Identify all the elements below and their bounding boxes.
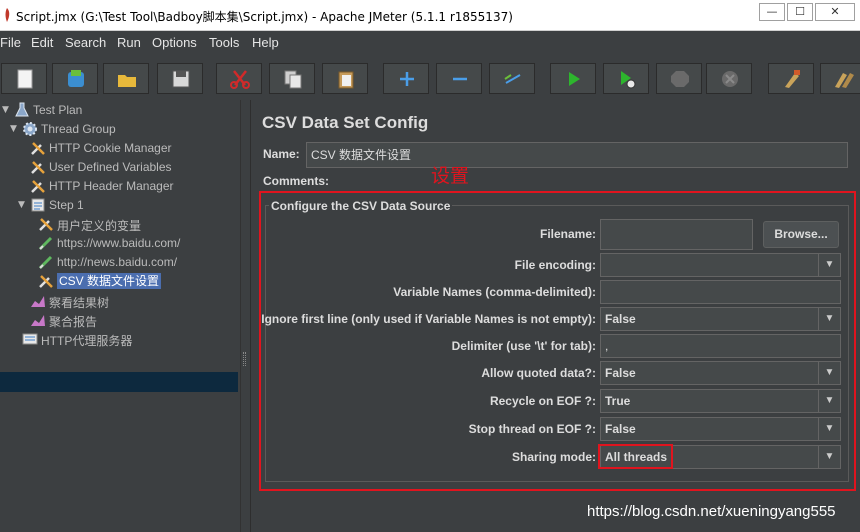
page-title: CSV Data Set Config [262,113,429,132]
shutdown-button[interactable] [706,63,752,94]
window-title: Script.jmx (G:\Test Tool\Badboy脚本集\Scrip… [16,10,513,24]
copy-icon [284,70,302,89]
menu-help[interactable]: Help [252,35,279,50]
test-plan-icon [15,102,29,117]
name-label: Name: [263,147,300,161]
open-icon [118,75,136,87]
paste-button[interactable] [322,63,368,94]
test-plan-tree: ▼ Test Plan ▼ Thread Group HTTP Cookie M… [0,100,240,532]
http-sampler-icon [38,255,53,270]
start-button[interactable] [550,63,596,94]
sharing-mode-highlight-box [598,444,673,469]
templates-button[interactable] [52,63,98,94]
collapse-toggle-icon[interactable]: ▼ [2,105,9,115]
menu-edit[interactable]: Edit [31,35,53,50]
collapse-toggle-icon[interactable]: ▼ [18,200,25,210]
transaction-controller-icon [31,198,45,212]
config-element-icon [39,218,53,231]
open-button[interactable] [103,63,149,94]
copy-button[interactable] [269,63,315,94]
close-button[interactable]: ✕ [815,3,855,21]
menu-file[interactable]: File [0,35,21,50]
new-button[interactable] [1,63,47,94]
config-element-icon [31,142,45,155]
config-element-icon [39,275,53,288]
name-field[interactable]: CSV 数据文件设置 [306,142,848,168]
clear-all-icon [835,73,854,88]
clear-icon [785,70,800,88]
thread-group-icon [23,122,37,136]
toolbar [0,56,860,98]
shutdown-icon [722,71,738,87]
collapse-toggle-icon[interactable]: ▼ [10,124,17,134]
drag-handle-icon [243,352,246,366]
expand-icon [400,72,414,86]
menu-bar: File Edit Search Run Options Tools Help [0,31,860,54]
expand-all-button[interactable] [383,63,429,94]
watermark: https://blog.csdn.net/xueningyang555 [587,503,836,520]
start-no-pauses-icon [621,71,636,89]
annotation-highlight-box [259,191,856,491]
menu-run[interactable]: Run [117,35,141,50]
clear-all-button[interactable] [820,63,860,94]
config-element-icon [31,161,45,174]
split-pane-divider[interactable] [240,100,248,532]
start-icon [569,72,580,86]
menu-options[interactable]: Options [152,35,197,50]
clear-button[interactable] [768,63,814,94]
annotation-text: 设置 [431,165,470,187]
http-sampler-icon [38,236,53,251]
proxy-server-icon [22,333,38,345]
menu-tools[interactable]: Tools [209,35,239,50]
config-element-icon [31,180,45,193]
comments-label: Comments: [263,174,330,188]
cut-icon [230,70,250,89]
new-icon [17,69,33,89]
listener-icon [31,315,45,326]
jmeter-feather-icon [5,8,10,22]
menu-search[interactable]: Search [65,35,106,50]
listener-icon [31,296,45,307]
templates-icon [68,70,84,87]
maximize-button[interactable]: ☐ [787,3,813,21]
tree-selection-highlight [0,372,238,392]
toggle-icon [504,74,521,84]
stop-button[interactable] [656,63,702,94]
minimize-button[interactable]: — [759,3,785,21]
toggle-button[interactable] [489,63,535,94]
stop-icon [671,71,689,87]
collapse-all-button[interactable] [436,63,482,94]
start-no-pauses-button[interactable] [603,63,649,94]
save-icon [172,70,190,88]
collapse-icon [453,77,467,81]
paste-icon [338,71,354,89]
save-button[interactable] [157,63,203,94]
title-bar: Script.jmx (G:\Test Tool\Badboy脚本集\Scrip… [0,0,860,31]
cut-button[interactable] [216,63,262,94]
